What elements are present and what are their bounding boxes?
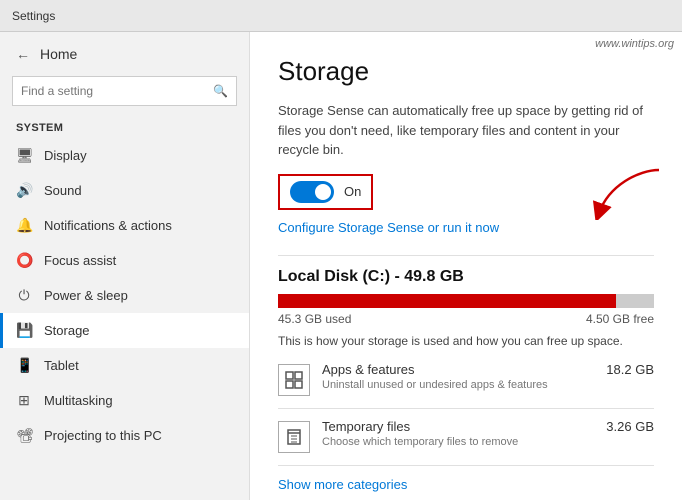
red-arrow-annotation: [589, 165, 669, 220]
disk-bar-labels: 45.3 GB used 4.50 GB free: [278, 312, 654, 326]
toggle-knob: [315, 184, 331, 200]
storage-sense-toggle[interactable]: [290, 181, 334, 203]
configure-storage-link[interactable]: Configure Storage Sense or run it now: [278, 220, 654, 235]
main-content: www.wintips.org Storage Storage Sense ca…: [250, 32, 682, 500]
show-more-categories-link[interactable]: Show more categories: [278, 477, 407, 492]
multitasking-icon: ⊞: [16, 392, 32, 409]
storage-divider-2: [278, 465, 654, 466]
apps-features-desc: Uninstall unused or undesired apps & fea…: [322, 379, 654, 391]
search-icon: 🔍: [213, 84, 228, 98]
sidebar-item-display[interactable]: 🖥 Display: [0, 138, 249, 173]
sound-icon: 🔊: [16, 182, 32, 199]
apps-features-icon: [278, 364, 310, 396]
sidebar-item-label-tablet: Tablet: [44, 358, 79, 373]
watermark: www.wintips.org: [595, 38, 674, 50]
system-section-label: System: [0, 116, 249, 138]
temp-files-icon: [278, 421, 310, 453]
disk-used-label: 45.3 GB used: [278, 312, 351, 326]
temp-files-info: Temporary files 3.26 GB Choose which tem…: [322, 419, 654, 448]
sidebar-item-label-multitasking: Multitasking: [44, 393, 113, 408]
projecting-icon: 📽: [16, 427, 32, 444]
sidebar-item-label-storage: Storage: [44, 323, 90, 338]
sidebar-header: ← Home: [0, 32, 249, 72]
sidebar-item-storage[interactable]: 💾 Storage: [0, 313, 249, 348]
temp-files-name: Temporary files: [322, 419, 410, 434]
notifications-icon: 🔔: [16, 217, 32, 234]
storage-icon: 💾: [16, 322, 32, 339]
configure-link-container: Configure Storage Sense or run it now: [278, 220, 654, 235]
local-disk-heading: Local Disk (C:) - 49.8 GB: [278, 268, 654, 286]
toggle-label: On: [344, 184, 361, 199]
sidebar-item-sound[interactable]: 🔊 Sound: [0, 173, 249, 208]
temp-files-size: 3.26 GB: [606, 419, 654, 434]
sidebar-item-label-sound: Sound: [44, 183, 82, 198]
apps-features-row: Apps & features 18.2 GB: [322, 362, 654, 377]
disk-help-text: This is how your storage is used and how…: [278, 334, 654, 348]
storage-divider-1: [278, 408, 654, 409]
sidebar-item-label-notifications: Notifications & actions: [44, 218, 172, 233]
power-icon: ⏻: [16, 287, 32, 304]
sidebar-item-multitasking[interactable]: ⊞ Multitasking: [0, 383, 249, 418]
focus-assist-icon: ⭕: [16, 252, 32, 269]
storage-sense-description: Storage Sense can automatically free up …: [278, 101, 654, 160]
section-divider: [278, 255, 654, 256]
page-title: Storage: [278, 56, 654, 87]
sidebar-item-projecting[interactable]: 📽 Projecting to this PC: [0, 418, 249, 453]
temp-files-item[interactable]: Temporary files 3.26 GB Choose which tem…: [278, 419, 654, 453]
sidebar-item-notifications[interactable]: 🔔 Notifications & actions: [0, 208, 249, 243]
search-input[interactable]: [21, 84, 213, 98]
temp-files-desc: Choose which temporary files to remove: [322, 436, 654, 448]
apps-features-item[interactable]: Apps & features 18.2 GB Uninstall unused…: [278, 362, 654, 396]
disk-free-label: 4.50 GB free: [586, 312, 654, 326]
disk-bar: [278, 294, 654, 308]
storage-sense-toggle-container: On: [278, 174, 373, 210]
sidebar: ← Home 🔍 System 🖥 Display 🔊 Sound 🔔 Noti…: [0, 32, 250, 500]
sidebar-item-label-power-sleep: Power & sleep: [44, 288, 128, 303]
sidebar-home-label[interactable]: Home: [40, 46, 77, 62]
sidebar-item-power-sleep[interactable]: ⏻ Power & sleep: [0, 278, 249, 313]
apps-features-info: Apps & features 18.2 GB Uninstall unused…: [322, 362, 654, 391]
titlebar: Settings: [0, 0, 682, 32]
sidebar-item-label-focus-assist: Focus assist: [44, 253, 116, 268]
back-icon[interactable]: ←: [16, 46, 30, 62]
search-box[interactable]: 🔍: [12, 76, 237, 106]
content-area: ← Home 🔍 System 🖥 Display 🔊 Sound 🔔 Noti…: [0, 32, 682, 500]
sidebar-item-label-projecting: Projecting to this PC: [44, 428, 162, 443]
apps-features-size: 18.2 GB: [606, 362, 654, 377]
disk-bar-container: 45.3 GB used 4.50 GB free: [278, 294, 654, 326]
disk-bar-fill: [278, 294, 616, 308]
tablet-icon: 📱: [16, 357, 32, 374]
sidebar-item-tablet[interactable]: 📱 Tablet: [0, 348, 249, 383]
temp-files-row: Temporary files 3.26 GB: [322, 419, 654, 434]
titlebar-title: Settings: [12, 9, 55, 23]
apps-features-name: Apps & features: [322, 362, 415, 377]
sidebar-item-focus-assist[interactable]: ⭕ Focus assist: [0, 243, 249, 278]
settings-window: Settings ← Home 🔍 System 🖥 Display 🔊 Sou…: [0, 0, 682, 500]
sidebar-item-label-display: Display: [44, 148, 87, 163]
display-icon: 🖥: [16, 147, 32, 164]
